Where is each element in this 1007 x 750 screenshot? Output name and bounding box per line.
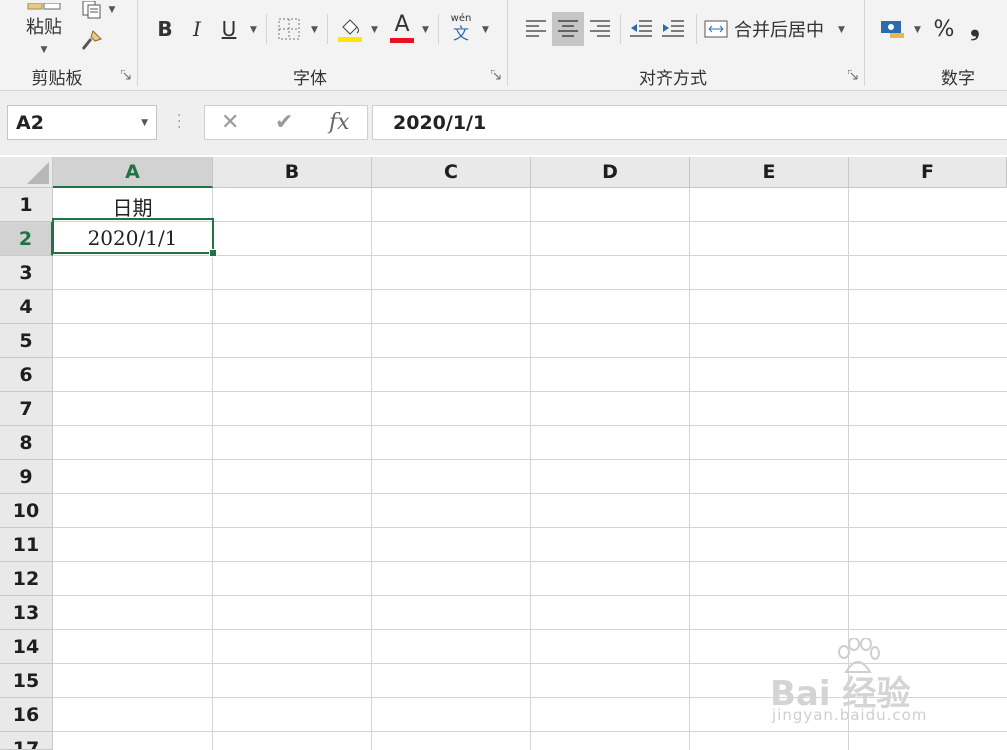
row-header-5[interactable]: 5 xyxy=(0,324,53,358)
select-all-icon xyxy=(27,162,49,184)
column-header-d[interactable]: D xyxy=(531,157,690,188)
row-header-11[interactable]: 11 xyxy=(0,528,53,562)
row-header-9[interactable]: 9 xyxy=(0,460,53,494)
borders-button[interactable] xyxy=(276,16,302,42)
clipboard-group-label: 剪贴板 xyxy=(31,69,83,89)
name-box-value: A2 xyxy=(16,112,44,134)
font-color-swatch xyxy=(390,37,414,43)
font-group-label: 字体 xyxy=(293,69,327,89)
alignment-group-label: 对齐方式 xyxy=(639,69,707,89)
watermark-url: jingyan.baidu.com xyxy=(772,706,928,724)
underline-dropdown-icon[interactable]: ▼ xyxy=(250,25,257,35)
row-header-2[interactable]: 2 xyxy=(0,222,53,256)
cell-a1[interactable]: 日期 xyxy=(53,192,212,221)
insert-function-icon[interactable]: fx xyxy=(329,110,350,135)
bold-button[interactable]: B xyxy=(152,14,178,44)
row-header-7[interactable]: 7 xyxy=(0,392,53,426)
formula-buttons: ✕ ✔ fx xyxy=(204,105,368,140)
row-header-1[interactable]: 1 xyxy=(0,188,53,222)
align-left-button[interactable] xyxy=(520,12,552,46)
font-dialog-launcher-icon[interactable] xyxy=(491,70,501,80)
paste-dropdown-icon: ▼ xyxy=(40,45,48,55)
column-header-c[interactable]: C xyxy=(372,157,531,188)
format-painter-icon xyxy=(81,30,102,50)
merge-center-button[interactable]: 合并后居中 xyxy=(704,14,828,44)
fill-handle[interactable] xyxy=(209,249,217,257)
ribbon: 粘贴 ▼ ▼ 剪贴板 B I U ▼ ▼ ▼ A ▼ wén 文 ▼ 字体 合并… xyxy=(0,0,1007,91)
font-color-dropdown-icon[interactable]: ▼ xyxy=(422,25,429,35)
row-header-13[interactable]: 13 xyxy=(0,596,53,630)
row-header-14[interactable]: 14 xyxy=(0,630,53,664)
decrease-indent-button[interactable] xyxy=(626,14,656,44)
active-cell-border xyxy=(52,218,214,254)
row-header-15[interactable]: 15 xyxy=(0,664,53,698)
font-color-button[interactable]: A xyxy=(388,12,416,44)
row-header-17[interactable]: 17 xyxy=(0,732,53,750)
copy-dropdown-icon: ▼ xyxy=(108,5,116,15)
italic-button[interactable]: I xyxy=(184,14,210,44)
align-right-icon xyxy=(590,20,610,37)
percent-style-button[interactable]: % xyxy=(930,14,958,44)
clipboard-dialog-launcher-icon[interactable] xyxy=(121,70,131,80)
merge-center-label: 合并后居中 xyxy=(734,20,824,41)
borders-dropdown-icon[interactable]: ▼ xyxy=(311,25,318,35)
decrease-indent-icon xyxy=(630,20,652,37)
borders-icon xyxy=(278,18,300,40)
fill-bucket-icon xyxy=(342,18,359,35)
accounting-format-button[interactable] xyxy=(878,14,908,44)
formula-input[interactable]: 2020/1/1 xyxy=(372,105,1007,140)
select-all-button[interactable] xyxy=(0,157,53,188)
column-header-f[interactable]: F xyxy=(849,157,1007,188)
align-right-button[interactable] xyxy=(584,12,616,46)
align-left-icon xyxy=(526,20,546,37)
paste-button[interactable]: 粘贴 ▼ xyxy=(22,0,66,58)
underline-button[interactable]: U xyxy=(216,14,242,44)
align-center-button[interactable] xyxy=(552,12,584,46)
row-header-8[interactable]: 8 xyxy=(0,426,53,460)
fill-color-dropdown-icon[interactable]: ▼ xyxy=(371,25,378,35)
row-header-16[interactable]: 16 xyxy=(0,698,53,732)
column-header-b[interactable]: B xyxy=(213,157,372,188)
formula-input-value: 2020/1/1 xyxy=(393,112,487,134)
row-header-10[interactable]: 10 xyxy=(0,494,53,528)
alignment-dialog-launcher-icon[interactable] xyxy=(848,70,858,80)
align-center-icon xyxy=(558,20,578,37)
enter-icon[interactable]: ✔ xyxy=(275,110,293,135)
clipboard-icon xyxy=(27,3,61,10)
copy-button[interactable]: ▼ xyxy=(78,0,118,20)
paste-label: 粘贴 xyxy=(26,17,62,38)
column-header-a[interactable]: A xyxy=(53,157,213,188)
name-box[interactable]: A2 ▼ xyxy=(7,105,157,140)
row-header-6[interactable]: 6 xyxy=(0,358,53,392)
cancel-icon[interactable]: ✕ xyxy=(221,110,239,135)
merge-center-icon xyxy=(704,20,728,38)
font-color-glyph: A xyxy=(394,11,410,37)
phonetic-guide-button[interactable]: wén 文 xyxy=(446,12,476,44)
accounting-format-icon xyxy=(881,21,904,38)
fill-color-swatch xyxy=(338,36,362,42)
formula-bar: A2 ▼ · · · ✕ ✔ fx 2020/1/1 xyxy=(0,91,1007,155)
name-box-dropdown-icon[interactable]: ▼ xyxy=(141,118,148,128)
column-header-e[interactable]: E xyxy=(690,157,849,188)
row-header-12[interactable]: 12 xyxy=(0,562,53,596)
fill-color-button[interactable] xyxy=(336,14,364,44)
copy-icon xyxy=(82,1,101,19)
number-group-label: 数字 xyxy=(941,69,975,89)
increase-indent-icon xyxy=(662,20,684,37)
format-painter-button[interactable] xyxy=(78,28,104,52)
phonetic-dropdown-icon[interactable]: ▼ xyxy=(482,25,489,35)
comma-style-button[interactable]: ❟ xyxy=(962,12,988,42)
accounting-dropdown-icon[interactable]: ▼ xyxy=(914,25,921,35)
formula-bar-grip-icon[interactable]: · · · xyxy=(177,109,181,135)
row-header-3[interactable]: 3 xyxy=(0,256,53,290)
increase-indent-button[interactable] xyxy=(658,14,688,44)
phonetic-bottom-text: 文 xyxy=(452,24,469,43)
merge-center-dropdown-icon[interactable]: ▼ xyxy=(838,25,845,35)
row-header-4[interactable]: 4 xyxy=(0,290,53,324)
